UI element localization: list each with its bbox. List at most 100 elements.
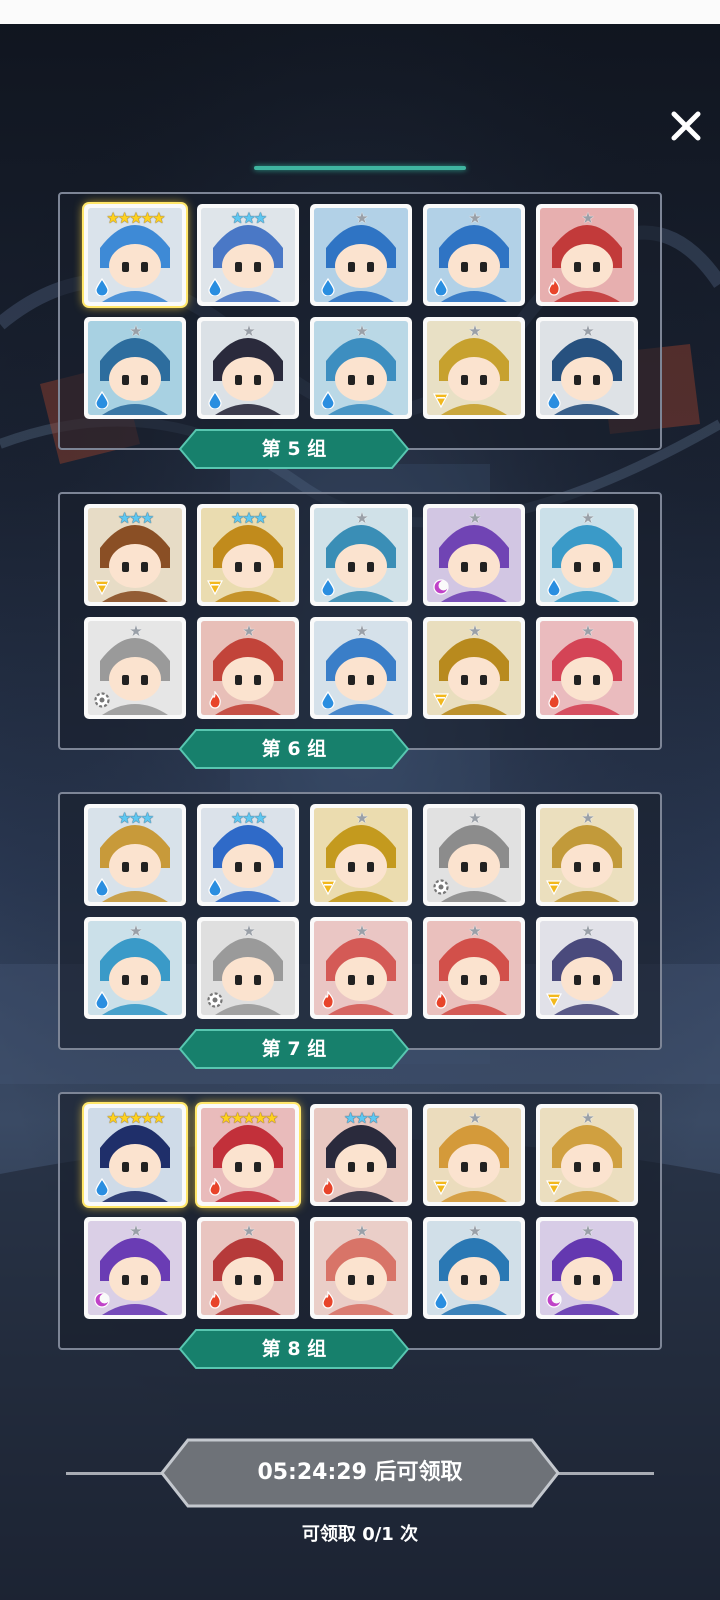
footer-line-right [544, 1472, 654, 1475]
star-rating-icon: ★ [581, 622, 594, 640]
hero-card-clock-mech[interactable]: ★★★★★ [84, 204, 186, 306]
hero-card-red-chomper[interactable]: ★ [536, 204, 638, 306]
hero-portrait: ★★★★★ [88, 1108, 182, 1202]
claim-count-label: 可领取 0/1 次 [301, 1524, 419, 1545]
hero-card-fox-girl[interactable]: ★ [536, 1104, 638, 1206]
star-rating-icon: ★★★★★ [219, 1109, 278, 1127]
dark-element-icon [546, 1292, 562, 1308]
close-icon [671, 111, 701, 141]
star-rating-icon: ★ [468, 1222, 481, 1240]
hero-card-purple-chomper[interactable]: ★ [423, 504, 525, 606]
water-element-icon [95, 391, 109, 409]
hero-card-pink-horned-girl[interactable]: ★ [310, 917, 412, 1019]
hero-portrait: ★ [201, 321, 295, 415]
hero-card-blue-winged-knight[interactable]: ★ [310, 617, 412, 719]
star-rating-icon: ★★★ [230, 209, 267, 227]
hero-card-shell-hood[interactable]: ★ [197, 917, 299, 1019]
hero-card-red-block-hero[interactable]: ★ [197, 617, 299, 719]
hero-card-blue-skull[interactable]: ★ [84, 317, 186, 419]
star-rating-icon: ★ [129, 622, 142, 640]
hero-card-yellow-chomper[interactable]: ★ [310, 804, 412, 906]
hero-card-dark-hair-girl[interactable]: ★ [197, 317, 299, 419]
water-element-icon [434, 1291, 448, 1309]
hero-portrait: ★★★ [201, 208, 295, 302]
hero-card-purple-octopus[interactable]: ★ [536, 1217, 638, 1319]
hero-portrait: ★★★ [314, 1108, 408, 1202]
hero-portrait: ★ [88, 321, 182, 415]
hero-card-golden-emperor[interactable]: ★ [423, 617, 525, 719]
fire-element-icon [322, 1291, 334, 1309]
star-rating-icon: ★ [468, 209, 481, 227]
hero-card-cyan-cat-girl[interactable]: ★ [536, 504, 638, 606]
light-element-icon [432, 693, 450, 709]
dark-element-icon [433, 579, 449, 595]
dark-element-icon [94, 1292, 110, 1308]
hero-portrait: ★ [540, 208, 634, 302]
star-rating-icon: ★ [355, 509, 368, 527]
hero-card-lancer-mask[interactable]: ★ [536, 917, 638, 1019]
hero-card-blue-totem[interactable]: ★ [423, 1217, 525, 1319]
hero-card-flower-girl[interactable]: ★ [310, 1217, 412, 1319]
hero-card-cyan-cat-girl-b[interactable]: ★ [84, 917, 186, 1019]
hero-card-ninja-dark[interactable]: ★★★★★ [84, 1104, 186, 1206]
hero-grid: ★★★★★ ★★★ ★ ★ ★ ★ ★ ★ ★ ★ [84, 204, 638, 419]
star-rating-icon: ★ [581, 809, 594, 827]
star-rating-icon: ★ [581, 922, 594, 940]
hero-card-horned-yeti[interactable]: ★★★ [197, 204, 299, 306]
hero-card-blue-golem[interactable]: ★ [310, 317, 412, 419]
star-rating-icon: ★★★★★ [106, 1109, 165, 1127]
star-rating-icon: ★ [581, 509, 594, 527]
hero-portrait: ★ [540, 321, 634, 415]
hero-portrait: ★★★★★ [88, 208, 182, 302]
hero-card-crowned-prince[interactable]: ★★★ [84, 804, 186, 906]
hero-portrait: ★★★ [88, 508, 182, 602]
water-element-icon [321, 278, 335, 296]
light-element-icon [206, 580, 224, 596]
hero-card-golden-clock[interactable]: ★★★ [197, 504, 299, 606]
hero-card-blue-cap-mage[interactable]: ★ [536, 317, 638, 419]
hero-card-crowned-beast-a[interactable]: ★ [310, 204, 412, 306]
hero-card-gray-chomper[interactable]: ★ [423, 804, 525, 906]
hero-group-panel: ★★★ ★★★ ★ ★ ★ ★ ★ ★ ★ ★ [58, 492, 662, 750]
star-rating-icon: ★ [242, 622, 255, 640]
gear-element-icon [94, 692, 110, 708]
star-rating-icon: ★ [355, 1222, 368, 1240]
hero-card-red-dragon[interactable]: ★★★★★ [197, 1104, 299, 1206]
hero-card-winged-knight[interactable]: ★ [423, 317, 525, 419]
hero-portrait: ★★★ [201, 808, 295, 902]
hero-card-royal-king[interactable]: ★★★ [197, 804, 299, 906]
hero-card-headset-guy[interactable]: ★★★ [310, 1104, 412, 1206]
close-button[interactable] [664, 104, 708, 148]
hero-portrait: ★ [427, 808, 521, 902]
fire-element-icon [548, 691, 560, 709]
hero-portrait: ★★★ [201, 508, 295, 602]
star-rating-icon: ★ [355, 922, 368, 940]
fire-element-icon [322, 991, 334, 1009]
hero-portrait: ★ [314, 621, 408, 715]
hero-portrait: ★ [314, 1221, 408, 1315]
group-label-ribbon: 第 7 组 [178, 1028, 410, 1070]
hero-portrait: ★ [540, 1221, 634, 1315]
hero-card-antler-shield[interactable]: ★★★ [84, 504, 186, 606]
group-label: 第 8 组 [261, 1338, 327, 1360]
hero-card-red-hair-girl[interactable]: ★ [423, 917, 525, 1019]
water-element-icon [95, 1178, 109, 1196]
claim-timer-button[interactable]: 05:24:29 后可领取 [160, 1438, 560, 1508]
hero-card-purple-visor[interactable]: ★ [84, 1217, 186, 1319]
hero-portrait: ★ [201, 921, 295, 1015]
hero-card-shiba-dog[interactable]: ★ [423, 1104, 525, 1206]
hero-card-blonde-warrior[interactable]: ★ [536, 804, 638, 906]
hero-card-red-octopus[interactable]: ★ [536, 617, 638, 719]
star-rating-icon: ★ [581, 1109, 594, 1127]
light-element-icon [432, 393, 450, 409]
hero-card-red-helmet[interactable]: ★ [197, 1217, 299, 1319]
star-rating-icon: ★ [581, 1222, 594, 1240]
star-rating-icon: ★ [242, 1222, 255, 1240]
light-element-icon [545, 993, 563, 1009]
water-element-icon [547, 578, 561, 596]
hero-card-bandaged-mummy[interactable]: ★ [310, 504, 412, 606]
hero-card-crowned-beast-b[interactable]: ★ [423, 204, 525, 306]
hero-card-silver-hair-girl[interactable]: ★ [84, 617, 186, 719]
hero-group-panel: ★★★★★ ★★★★★ ★★★ ★ ★ ★ ★ ★ ★ ★ [58, 1092, 662, 1350]
star-rating-icon: ★ [242, 922, 255, 940]
